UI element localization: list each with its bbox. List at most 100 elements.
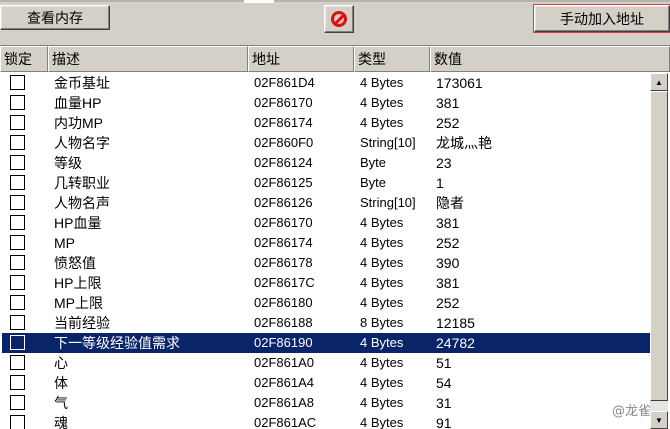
value-cell: 252 [436,295,460,311]
value-cell: 252 [436,115,460,131]
description-cell: HP血量 [54,215,102,231]
type-cell: 4 Bytes [360,355,404,370]
address-cell: 02F86170 [254,95,313,110]
scroll-up-button[interactable]: ▲ [650,73,668,91]
address-cell: 02F861A0 [254,355,314,370]
view-memory-button[interactable]: 查看内存 [0,5,110,30]
value-cell: 173061 [436,75,483,91]
value-cell: 381 [436,215,460,231]
address-cell: 02F86170 [254,215,313,230]
scroll-down-button[interactable]: ▼ [650,411,668,429]
column-header-description[interactable]: 描述 [48,46,248,72]
type-cell: Byte [360,155,387,170]
value-cell: 24782 [436,335,475,351]
lock-checkbox[interactable] [10,355,25,370]
table-row[interactable]: 愤怒值 02F86178 4 Bytes 390 [2,253,650,273]
table-row[interactable]: HP血量 02F86170 4 Bytes 381 [2,213,650,233]
type-cell: 4 Bytes [360,75,404,90]
type-cell: 4 Bytes [360,215,404,230]
description-cell: 体 [54,375,68,391]
lock-checkbox[interactable] [10,255,25,270]
stop-button[interactable] [324,5,354,33]
column-header-address[interactable]: 地址 [248,46,354,72]
column-header-lock[interactable]: 锁定 [0,46,48,72]
description-cell: 内功MP [54,115,103,131]
column-header-type[interactable]: 类型 [354,46,430,72]
lock-checkbox[interactable] [10,315,25,330]
lock-checkbox[interactable] [10,135,25,150]
description-cell: 血量HP [54,95,102,111]
table-row[interactable]: 几转职业 02F86125 Byte 1 [2,173,650,193]
type-cell: String[10] [360,195,416,210]
value-cell: 1 [436,175,444,191]
value-cell: 51 [436,355,452,371]
address-cell: 02F861AC [254,415,317,429]
toolbar: 查看内存 手动加入地址 [0,0,670,44]
table-row[interactable]: 人物名字 02F860F0 String[10] 龙城灬艳 [2,133,650,153]
address-cell: 02F86178 [254,255,313,270]
table-row[interactable]: MP上限 02F86180 4 Bytes 252 [2,293,650,313]
address-cell: 02F861A4 [254,375,314,390]
lock-checkbox[interactable] [10,215,25,230]
table-row[interactable]: 内功MP 02F86174 4 Bytes 252 [2,113,650,133]
value-cell: 91 [436,415,452,429]
description-cell: 金币基址 [54,75,110,91]
value-cell: 12185 [436,315,475,331]
tab-indicator [244,0,274,3]
table-row[interactable]: HP上限 02F8617C 4 Bytes 381 [2,273,650,293]
lock-checkbox[interactable] [10,395,25,410]
scroll-thumb[interactable] [650,91,668,401]
table-row[interactable]: MP 02F86174 4 Bytes 252 [2,233,650,253]
value-cell: 381 [436,95,460,111]
address-cell: 02F86180 [254,295,313,310]
table-row[interactable]: 等级 02F86124 Byte 23 [2,153,650,173]
type-cell: 4 Bytes [360,235,404,250]
description-cell: 魂 [54,415,68,429]
lock-checkbox[interactable] [10,175,25,190]
value-cell: 31 [436,395,452,411]
address-list: 锁定 描述 地址 类型 数值 金币基址 02F861D4 4 Bytes 173061… [0,45,670,429]
lock-checkbox[interactable] [10,95,25,110]
table-row[interactable]: 金币基址 02F861D4 4 Bytes 173061 [2,73,650,93]
type-cell: 4 Bytes [360,335,404,350]
table-row[interactable]: 气 02F861A8 4 Bytes 31 [2,393,650,413]
description-cell: 下一等级经验值需求 [54,335,180,351]
description-cell: 几转职业 [54,175,110,191]
table-row[interactable]: 魂 02F861AC 4 Bytes 91 [2,413,650,429]
lock-checkbox[interactable] [10,115,25,130]
lock-checkbox[interactable] [10,375,25,390]
description-cell: HP上限 [54,275,102,291]
lock-checkbox[interactable] [10,415,25,429]
table-row[interactable]: 心 02F861A0 4 Bytes 51 [2,353,650,373]
value-cell: 54 [436,375,452,391]
table-row[interactable]: 血量HP 02F86170 4 Bytes 381 [2,93,650,113]
type-cell: String[10] [360,135,416,150]
add-address-manually-button[interactable]: 手动加入地址 [533,4,670,33]
table-row[interactable]: 体 02F861A4 4 Bytes 54 [2,373,650,393]
address-cell: 02F86188 [254,315,313,330]
value-cell: 390 [436,255,460,271]
table-row[interactable]: 人物名声 02F86126 String[10] 隐者 [2,193,650,213]
type-cell: 4 Bytes [360,295,404,310]
table-row[interactable]: 下一等级经验值需求 02F86190 4 Bytes 24782 [2,333,650,353]
table-row[interactable]: 当前经验 02F86188 8 Bytes 12185 [2,313,650,333]
value-cell: 252 [436,235,460,251]
lock-checkbox[interactable] [10,155,25,170]
lock-checkbox[interactable] [10,335,25,350]
value-cell: 381 [436,275,460,291]
vertical-scrollbar[interactable]: ▲ ▼ [650,73,668,429]
address-cell: 02F86125 [254,175,313,190]
lock-checkbox[interactable] [10,275,25,290]
lock-checkbox[interactable] [10,235,25,250]
lock-checkbox[interactable] [10,295,25,310]
lock-checkbox[interactable] [10,195,25,210]
address-cell: 02F86174 [254,235,313,250]
address-cell: 02F8617C [254,275,315,290]
description-cell: 人物名字 [54,135,110,151]
address-cell: 02F86190 [254,335,313,350]
type-cell: 4 Bytes [360,115,404,130]
description-cell: 当前经验 [54,315,110,331]
lock-checkbox[interactable] [10,75,25,90]
description-cell: MP [54,235,75,251]
column-header-value[interactable]: 数值 [430,46,670,72]
